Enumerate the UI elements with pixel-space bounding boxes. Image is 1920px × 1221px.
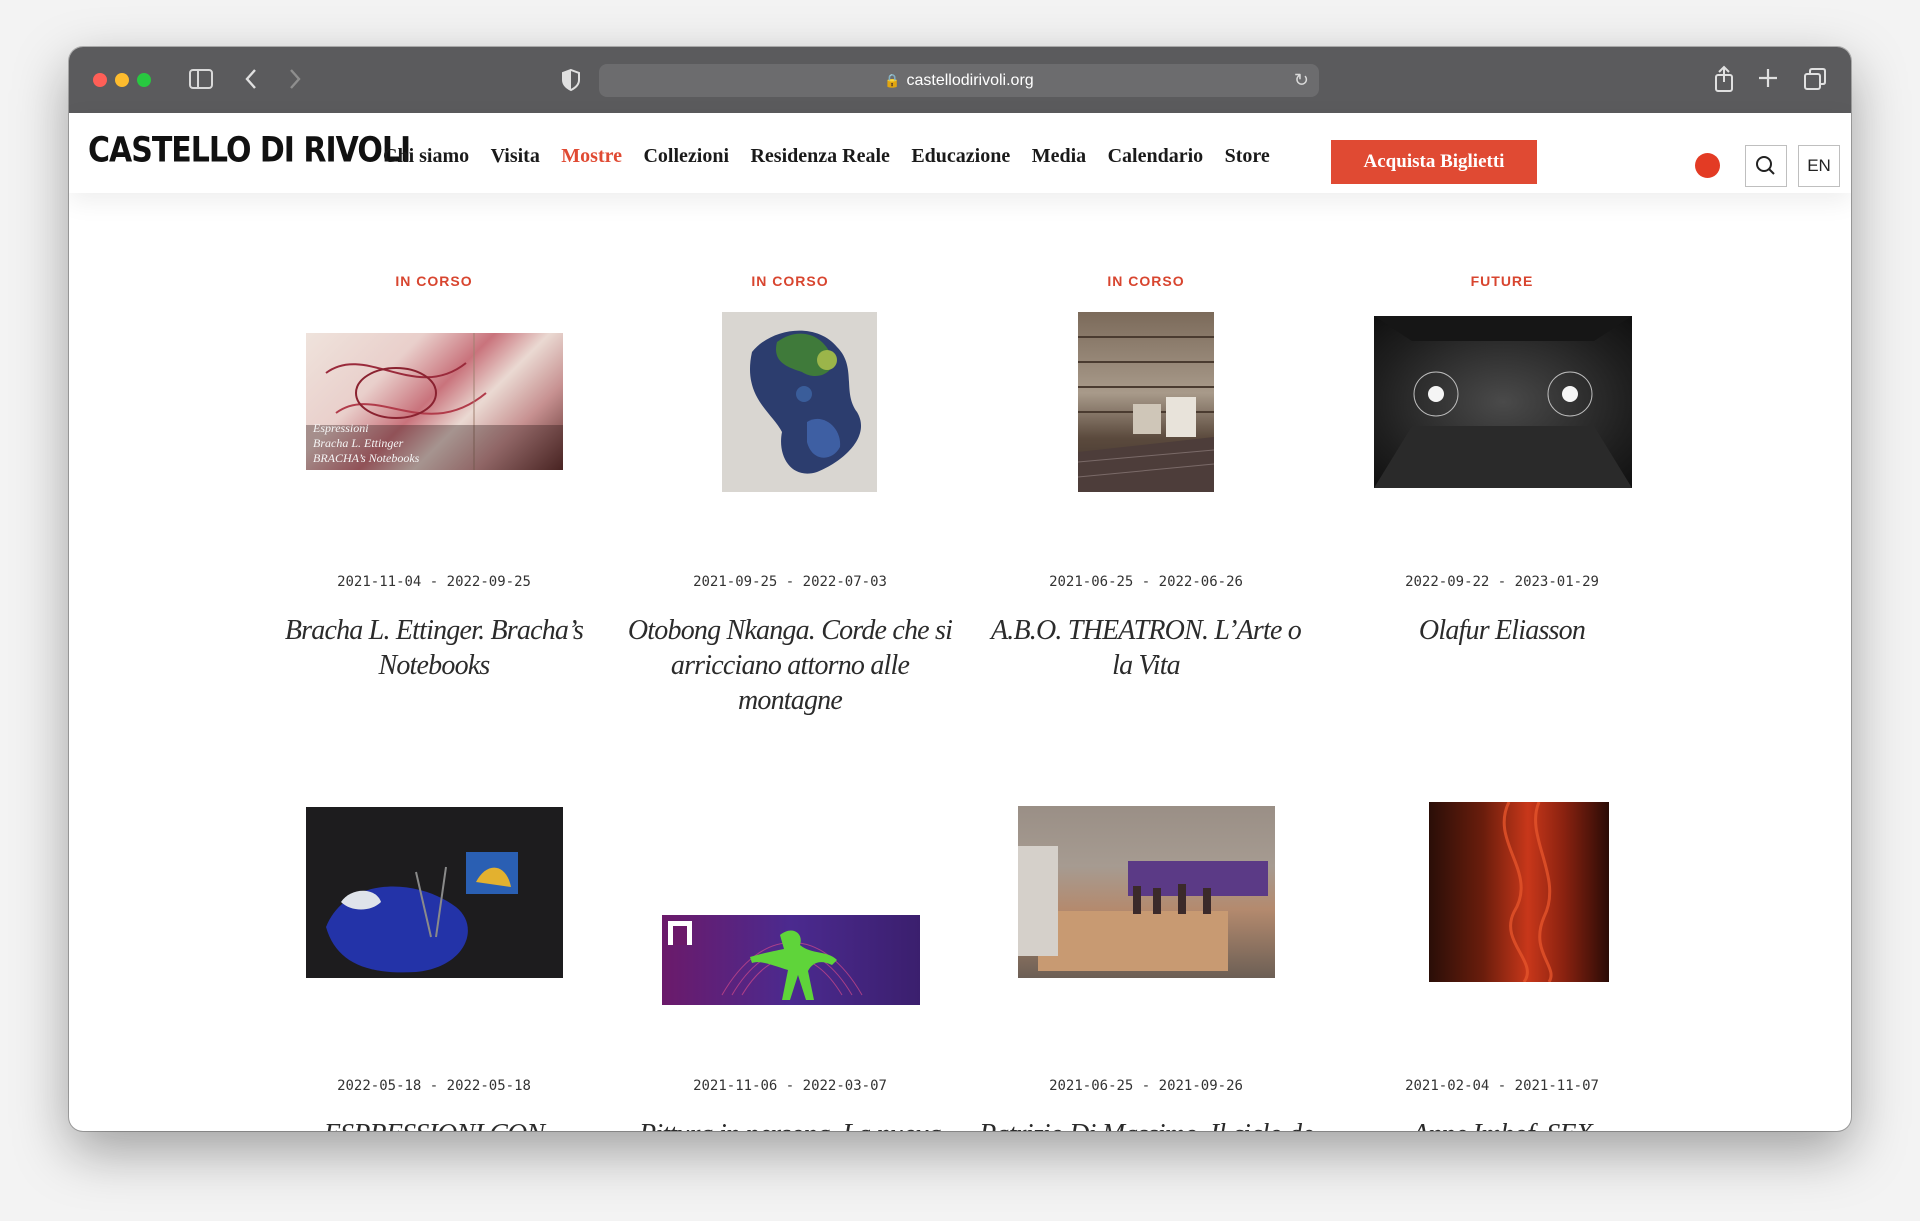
reload-icon[interactable]: ↻	[1294, 70, 1309, 91]
exhibition-title[interactable]: A.B.O. THEATRON. L’Arte o la Vita	[978, 613, 1314, 683]
site-logo[interactable]: CASTELLO DI RIVOLI	[88, 130, 411, 170]
forward-icon[interactable]	[288, 67, 302, 95]
status-badge: IN CORSO	[1107, 273, 1185, 289]
address-bar[interactable]: 🔒 castellodirivoli.org ↻	[599, 64, 1319, 97]
exhibition-dates: 2021-02-04 - 2021-11-07	[1405, 1078, 1599, 1094]
tab-overview-icon[interactable]	[1803, 67, 1827, 95]
exhibition-dates: 2022-09-22 - 2023-01-29	[1405, 574, 1599, 590]
exhibition-title[interactable]: Patrizio Di Massimo. Il ciclo de La Risa…	[978, 1117, 1314, 1131]
nav-residenza-reale[interactable]: Residenza Reale	[750, 145, 889, 168]
close-window-button[interactable]	[93, 73, 107, 87]
nav-mostre[interactable]: Mostre	[561, 145, 622, 168]
zoom-window-button[interactable]	[137, 73, 151, 87]
exhibition-thumbnail[interactable]	[306, 807, 563, 978]
exhibition-dates: 2021-11-04 - 2022-09-25	[337, 574, 531, 590]
nav-calendario[interactable]: Calendario	[1108, 145, 1204, 168]
live-indicator-dot[interactable]	[1695, 153, 1720, 178]
privacy-shield-icon[interactable]	[561, 68, 581, 96]
exhibition-title[interactable]: Bracha L. Ettinger. Bracha’s Notebooks	[266, 613, 602, 683]
sidebar-toggle-icon[interactable]	[189, 69, 213, 93]
status-badge: IN CORSO	[751, 273, 829, 289]
exhibition-dates: 2022-05-18 - 2022-05-18	[337, 1078, 531, 1094]
status-badge: FUTURE	[1470, 273, 1534, 289]
exhibition-thumbnail[interactable]	[1429, 802, 1609, 982]
url-text: castellodirivoli.org	[906, 72, 1034, 89]
share-icon[interactable]	[1713, 65, 1735, 97]
exhibition-thumbnail[interactable]	[1078, 312, 1214, 492]
nav-visita[interactable]: Visita	[491, 145, 540, 168]
exhibition-title[interactable]: Pittura in persona. La nuova Collezione …	[622, 1117, 958, 1131]
exhibition-dates: 2021-11-06 - 2022-03-07	[693, 1078, 887, 1094]
browser-toolbar: 🔒 castellodirivoli.org ↻	[69, 47, 1851, 114]
thumbnail-caption: Espressioni Bracha L. Ettinger BRACHA’s …	[313, 421, 420, 465]
exhibition-thumbnail[interactable]	[1018, 806, 1275, 978]
site-header: CASTELLO DI RIVOLI Chi siamo Visita Most…	[69, 113, 1851, 193]
nav-store[interactable]: Store	[1225, 145, 1270, 168]
lock-icon: 🔒	[884, 73, 901, 88]
nav-chi-siamo[interactable]: Chi siamo	[383, 145, 469, 168]
language-switch-button[interactable]: EN	[1798, 145, 1840, 187]
exhibition-dates: 2021-06-25 - 2022-06-26	[1049, 574, 1243, 590]
main-nav: Chi siamo Visita Mostre Collezioni Resid…	[383, 145, 1287, 168]
minimize-window-button[interactable]	[115, 73, 129, 87]
exhibition-title[interactable]: Otobong Nkanga. Corde che si arricciano …	[622, 613, 958, 718]
exhibition-dates: 2021-06-25 - 2021-09-26	[1049, 1078, 1243, 1094]
exhibition-thumbnail[interactable]: Espressioni Bracha L. Ettinger BRACHA’s …	[306, 333, 563, 470]
nav-media[interactable]: Media	[1032, 145, 1086, 168]
buy-tickets-button[interactable]: Acquista Biglietti	[1331, 140, 1537, 184]
exhibition-title[interactable]: ESPRESSIONI CON FRAZIONI –	[266, 1117, 602, 1131]
search-icon	[1756, 156, 1775, 175]
exhibition-thumbnail[interactable]	[1374, 316, 1632, 488]
new-tab-icon[interactable]	[1757, 67, 1779, 93]
exhibition-thumbnail[interactable]	[722, 312, 877, 492]
nav-collezioni[interactable]: Collezioni	[643, 145, 729, 168]
exhibition-dates: 2021-09-25 - 2022-07-03	[693, 574, 887, 590]
nav-educazione[interactable]: Educazione	[911, 145, 1010, 168]
exhibition-thumbnail[interactable]	[662, 915, 920, 1005]
exhibition-title[interactable]: Olafur Eliasson	[1334, 613, 1670, 648]
back-icon[interactable]	[244, 67, 258, 95]
status-badge: IN CORSO	[395, 273, 473, 289]
search-button[interactable]	[1745, 145, 1787, 187]
exhibition-title[interactable]: Anne Imhof. SEX	[1334, 1117, 1670, 1131]
browser-window: 🔒 castellodirivoli.org ↻ CASTELLO DI RIVO…	[69, 47, 1851, 1131]
